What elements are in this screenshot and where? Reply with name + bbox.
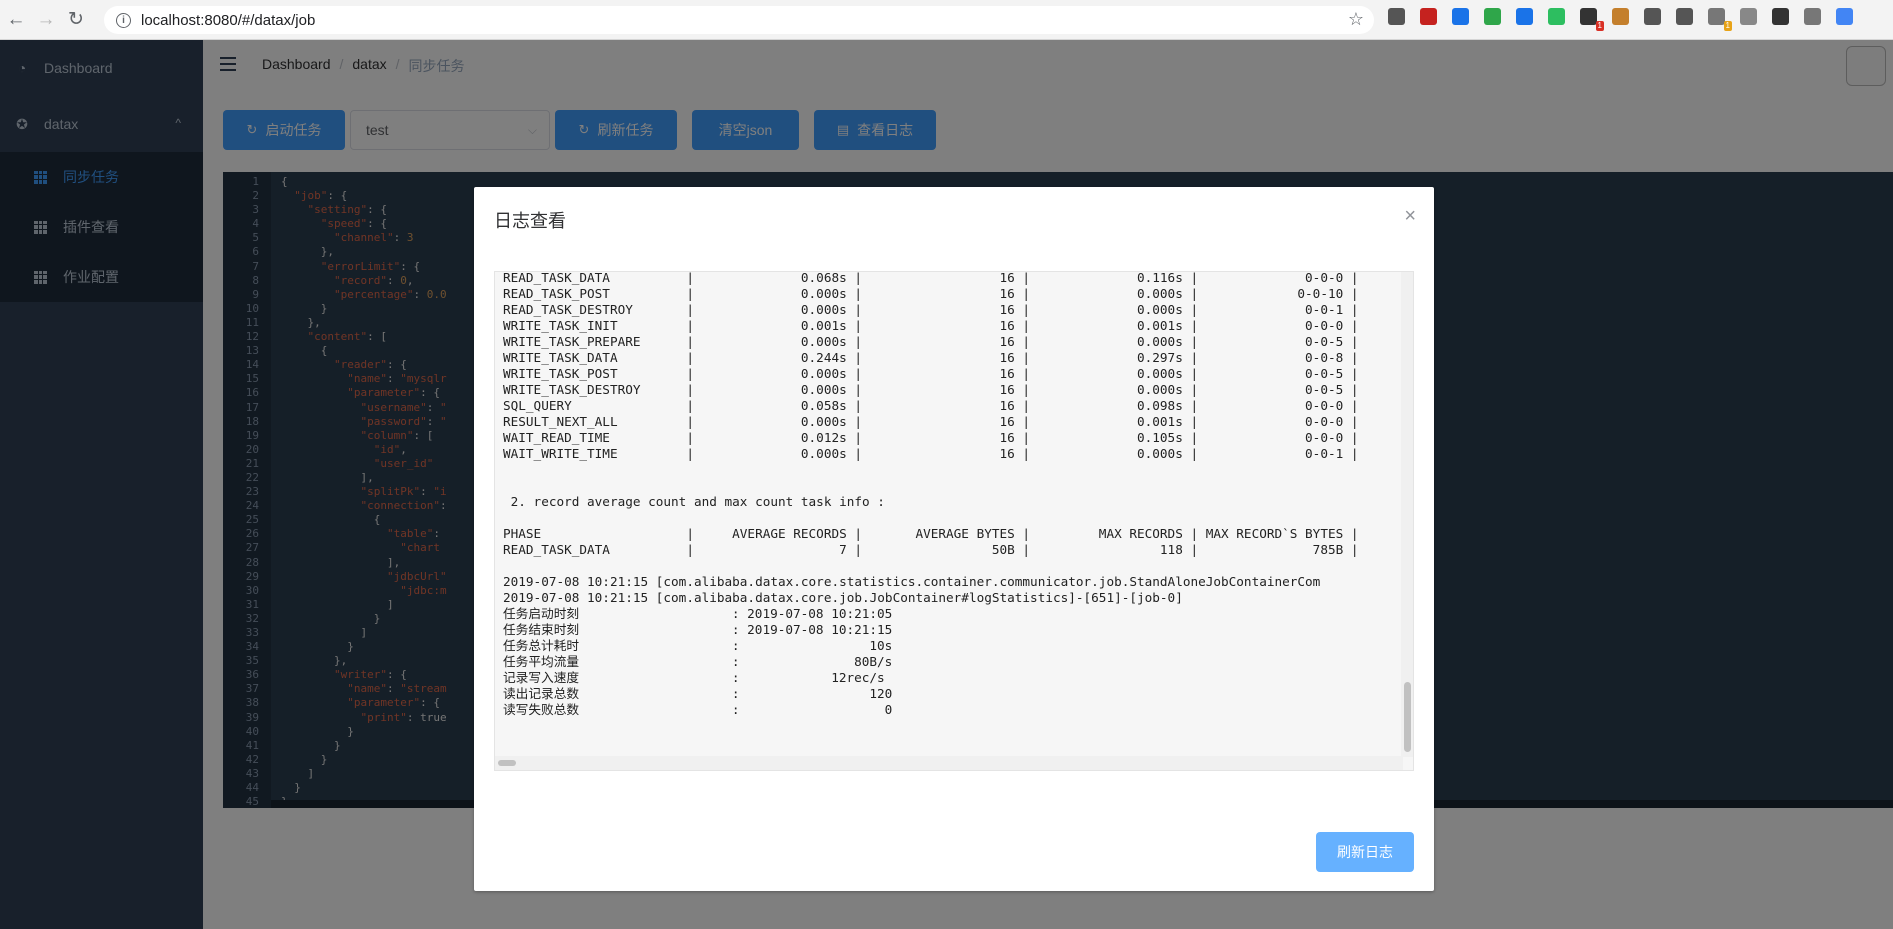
scrollbar-thumb[interactable] [1404, 682, 1411, 752]
log-line: 读写失败总数 : 0 [503, 702, 893, 717]
log-line: 任务启动时刻 : 2019-07-08 10:21:05 [503, 606, 893, 621]
scrollbar-thumb[interactable] [498, 760, 516, 766]
log-line: READ_TASK_POST | 0.000s | 16 | 0.000s | … [503, 286, 1359, 301]
log-line: SQL_QUERY | 0.058s | 16 | 0.098s | 0-0-0… [503, 398, 1359, 413]
log-line: 读出记录总数 : 120 [503, 686, 893, 701]
extension-icon[interactable] [1612, 8, 1629, 25]
log-line: 2019-07-08 10:21:15 [com.alibaba.datax.c… [503, 574, 1321, 589]
bookmark-star-icon[interactable]: ☆ [1348, 9, 1364, 30]
log-line: WAIT_WRITE_TIME | 0.000s | 16 | 0.000s |… [503, 446, 1359, 461]
extension-badge: 1 [1723, 21, 1732, 31]
log-line: 任务总计耗时 : 10s [503, 638, 893, 653]
log-vertical-scrollbar[interactable] [1401, 272, 1413, 757]
log-line: PHASE | AVERAGE RECORDS | AVERAGE BYTES … [503, 526, 1359, 541]
extension-icon[interactable] [1388, 8, 1405, 25]
log-line: WRITE_TASK_DATA | 0.244s | 16 | 0.297s |… [503, 350, 1359, 365]
log-line: READ_TASK_DATA | 0.068s | 16 | 0.116s | … [503, 271, 1359, 285]
reload-icon[interactable]: ↻ [62, 6, 90, 34]
extension-icon[interactable] [1740, 8, 1757, 25]
log-line: READ_TASK_DESTROY | 0.000s | 16 | 0.000s… [503, 302, 1359, 317]
log-line: 2019-07-08 10:21:15 [com.alibaba.datax.c… [503, 590, 1183, 605]
log-line: WRITE_TASK_DESTROY | 0.000s | 16 | 0.000… [503, 382, 1359, 397]
log-line: 记录写入速度 : 12rec/s [503, 670, 885, 685]
log-line: WRITE_TASK_INIT | 0.001s | 16 | 0.001s |… [503, 318, 1359, 333]
extension-icon[interactable] [1772, 8, 1789, 25]
extension-icon[interactable]: 1 [1708, 8, 1732, 31]
back-icon[interactable]: ← [2, 6, 30, 34]
extension-badge: 1 [1595, 21, 1604, 31]
extension-icon[interactable] [1548, 8, 1565, 25]
extension-icon[interactable] [1516, 8, 1533, 25]
log-line: 2. record average count and max count ta… [503, 494, 885, 509]
refresh-log-button[interactable]: 刷新日志 [1316, 832, 1414, 872]
extension-icon[interactable] [1804, 8, 1821, 25]
extension-icon[interactable] [1484, 8, 1501, 25]
dialog-title: 日志查看 [494, 211, 566, 231]
log-line: READ_TASK_DATA | 7 | 50B | 118 | 785B | [503, 542, 1359, 557]
forward-icon[interactable]: → [32, 6, 60, 34]
browser-toolbar: ← → ↻ i localhost:8080/#/datax/job ☆ 11 [0, 0, 1893, 40]
log-line: WAIT_READ_TIME | 0.012s | 16 | 0.105s | … [503, 430, 1359, 445]
close-icon[interactable]: × [1404, 205, 1416, 228]
url-text: localhost:8080/#/datax/job [141, 11, 316, 29]
extension-icon[interactable] [1452, 8, 1469, 25]
extensions-bar: 11 [1388, 8, 1868, 31]
extension-icon[interactable] [1676, 8, 1693, 25]
site-info-icon[interactable]: i [116, 12, 131, 28]
log-output[interactable]: READ_TASK_DATA | 0.068s | 16 | 0.116s | … [494, 271, 1414, 771]
extension-icon[interactable] [1644, 8, 1661, 25]
extension-icon[interactable]: 1 [1580, 8, 1604, 31]
log-line: 任务结束时刻 : 2019-07-08 10:21:15 [503, 622, 893, 637]
address-bar[interactable]: i localhost:8080/#/datax/job ☆ [104, 6, 1374, 34]
log-text: READ_TASK_DATA | 0.068s | 16 | 0.116s | … [503, 271, 1359, 718]
log-line: RESULT_NEXT_ALL | 0.000s | 16 | 0.001s |… [503, 414, 1359, 429]
log-line: WRITE_TASK_POST | 0.000s | 16 | 0.000s |… [503, 366, 1359, 381]
log-view-dialog: 日志查看 × READ_TASK_DATA | 0.068s | 16 | 0.… [474, 187, 1434, 891]
extension-icon[interactable] [1420, 8, 1437, 25]
log-line: 任务平均流量 : 80B/s [503, 654, 893, 669]
log-line: WRITE_TASK_PREPARE | 0.000s | 16 | 0.000… [503, 334, 1359, 349]
log-horizontal-scrollbar[interactable] [495, 756, 1403, 770]
extension-icon[interactable] [1836, 8, 1853, 25]
